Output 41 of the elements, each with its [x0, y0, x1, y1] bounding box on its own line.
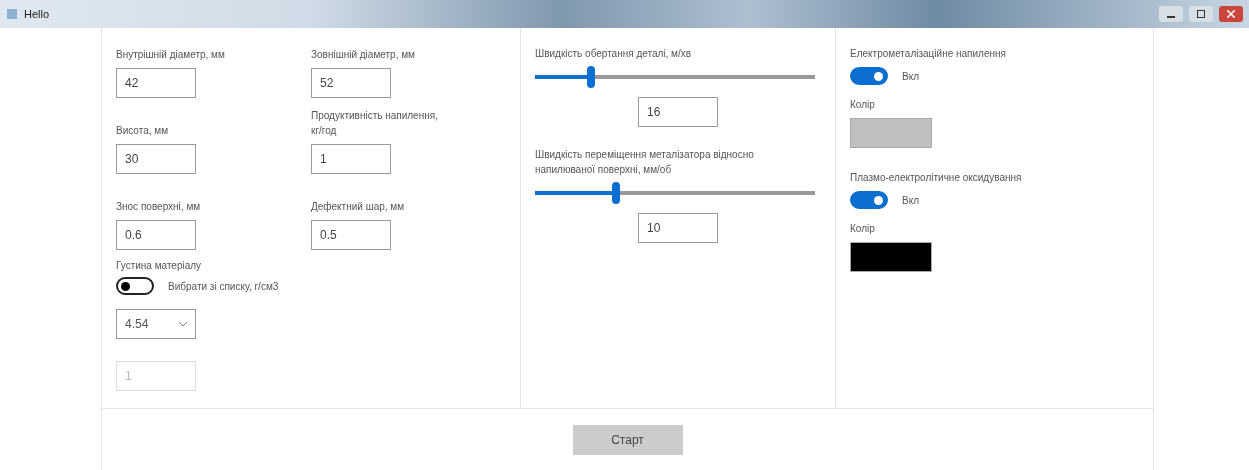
- slider-label: Швидкість обертання деталі, м/хв: [535, 47, 693, 61]
- start-button[interactable]: Старт: [572, 424, 683, 455]
- maximize-button[interactable]: [1189, 6, 1213, 22]
- toggle-switch[interactable]: [850, 67, 888, 85]
- field-label: Внутрішній діаметр, мм: [116, 48, 225, 62]
- toggle-label: Вкл: [902, 69, 919, 84]
- dropdown[interactable]: 4.54: [116, 309, 196, 339]
- color-label: Колір: [850, 222, 876, 236]
- option-label: Плазмо-електролітичне оксидування: [850, 171, 1023, 185]
- input-field[interactable]: 1: [311, 144, 391, 174]
- chevron-icon: [179, 321, 187, 327]
- input-field[interactable]: 30: [116, 144, 196, 174]
- field-label: Висота, мм: [116, 124, 169, 138]
- slider-thumb[interactable]: [587, 66, 595, 88]
- input-field[interactable]: 52: [311, 68, 391, 98]
- close-button[interactable]: [1219, 6, 1243, 22]
- toggle-label: Вкл: [902, 193, 919, 208]
- input-field[interactable]: 42: [116, 68, 196, 98]
- input-field[interactable]: 0.5: [311, 220, 391, 250]
- toggle-label: Вибрати зі списку, г/см3: [168, 279, 279, 294]
- field-label: Дефектний шар, мм: [311, 200, 405, 214]
- close-icon: [1227, 10, 1235, 18]
- color-label: Колір: [850, 98, 876, 112]
- maximize-icon: [1197, 10, 1205, 18]
- slider-thumb[interactable]: [612, 182, 621, 204]
- toggle-switch[interactable]: [116, 277, 154, 295]
- field-label: Продуктивність напилення, кг/год: [311, 109, 439, 138]
- field-label: Знос поверхні, мм: [116, 200, 201, 214]
- input-field[interactable]: 10: [638, 213, 718, 243]
- color-swatch[interactable]: [850, 242, 932, 272]
- minimize-button[interactable]: [1159, 6, 1183, 22]
- field-label: Густина матеріалу: [116, 259, 203, 273]
- toggle-switch[interactable]: [850, 191, 888, 209]
- slider-label: Швидкість переміщення металізатора відносно напилюваної поверхні, мм/об: [535, 148, 755, 177]
- field-label: Зовнішній діаметр, мм: [311, 48, 415, 62]
- app-icon: [6, 8, 18, 20]
- option-label: Електрометалізаційне напилення: [850, 47, 1007, 61]
- input-field[interactable]: 0.6: [116, 220, 196, 250]
- window-title: Hello: [24, 8, 51, 20]
- input-field[interactable]: 16: [638, 97, 718, 127]
- color-swatch[interactable]: [850, 118, 932, 148]
